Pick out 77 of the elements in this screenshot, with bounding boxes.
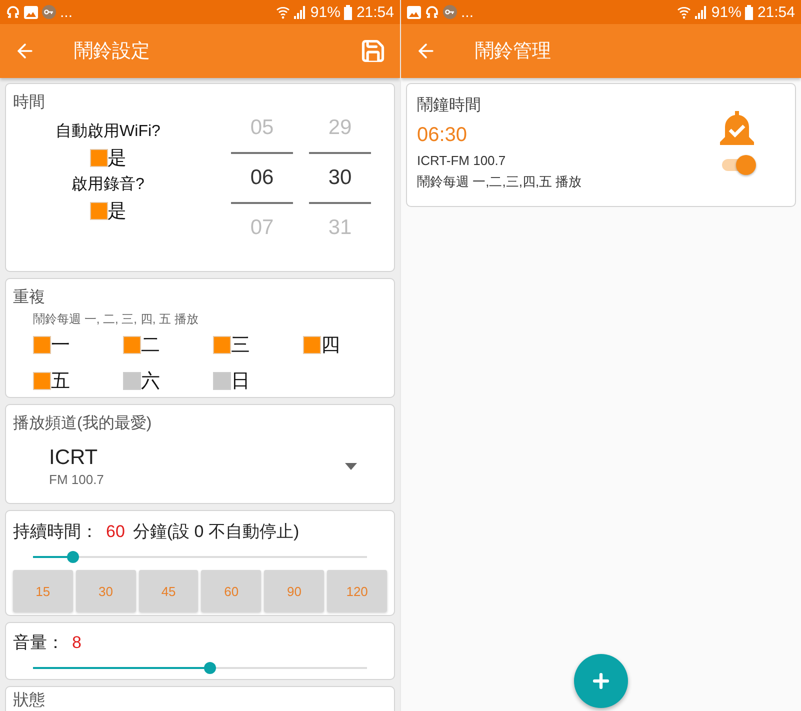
minute-picker-value[interactable]: 29 [309, 104, 371, 152]
more-notifications: ... [461, 4, 474, 20]
checkbox[interactable] [213, 336, 231, 354]
card-title: 狀態 [13, 690, 46, 711]
checkbox-label: 六 [141, 370, 160, 394]
checkbox[interactable] [123, 336, 141, 354]
checkbox-label: 是 [108, 147, 126, 171]
checkbox-label: 五 [51, 370, 70, 394]
checkbox[interactable] [123, 372, 141, 390]
volume-label: 音量： [13, 632, 64, 654]
hour-picker-value[interactable]: 05 [231, 104, 293, 152]
checkbox-label: 日 [231, 370, 250, 394]
card-title: 播放頻道(我的最愛) [13, 414, 153, 434]
checkbox[interactable] [33, 372, 51, 390]
slider[interactable] [33, 551, 367, 563]
checkbox-label: 四 [321, 334, 340, 358]
key-icon [42, 5, 56, 19]
signal-icon [294, 6, 306, 18]
checkbox-label: 二 [141, 334, 160, 358]
save-icon[interactable] [360, 38, 386, 64]
channel-frequency: FM 100.7 [49, 472, 105, 487]
alarm-channel: ICRT-FM 100.7 [417, 153, 507, 168]
screen-title: 鬧鈴管理 [475, 40, 552, 64]
alarm-repeat-summary: 鬧鈴每週 一,二,三,四,五 播放 [417, 173, 583, 191]
dropdown-caret-icon[interactable] [345, 463, 357, 470]
duration-preset-button[interactable]: 120 [327, 570, 387, 612]
wifi-icon [677, 5, 692, 19]
slider-thumb[interactable] [67, 551, 80, 563]
duration-preset-button[interactable]: 30 [76, 570, 136, 612]
add-button[interactable] [574, 654, 628, 708]
checkbox[interactable] [33, 336, 51, 354]
battery-icon [344, 4, 352, 20]
repeat-summary: 鬧鈴每週 一, 二, 三, 四, 五 播放 [33, 311, 200, 328]
image-icon [407, 6, 421, 18]
hour-picker-value[interactable]: 06 [231, 152, 293, 204]
checkbox[interactable] [90, 149, 108, 167]
card-title: 時間 [13, 92, 46, 113]
plus-icon [590, 670, 612, 692]
checkbox[interactable] [90, 202, 108, 220]
signal-icon [695, 6, 708, 18]
more-notifications: ... [60, 4, 73, 20]
channel-name[interactable]: ICRT [49, 446, 345, 470]
duration-preset-button[interactable]: 15 [13, 570, 73, 612]
checkbox[interactable] [213, 372, 231, 390]
wifi-icon [276, 5, 290, 19]
clock: 21:54 [757, 4, 795, 20]
checkbox-label: 一 [51, 334, 70, 358]
key-icon [443, 5, 457, 19]
card-title: 重複 [13, 288, 46, 308]
battery-icon [745, 4, 754, 20]
option-label: 自動啟用WiFi? [56, 122, 160, 142]
option-label: 啟用錄音? [72, 174, 144, 195]
duration-unit: 分鐘(設 0 不自動停止) [132, 521, 300, 543]
slider[interactable] [33, 662, 367, 674]
duration-preset-button[interactable]: 45 [138, 570, 198, 612]
alarm-card[interactable]: 鬧鐘時間 06:30 ICRT-FM 100.7 鬧鈴每週 一,二,三,四,五 播放 [406, 83, 796, 207]
checkbox-label: 是 [108, 200, 126, 224]
volume-value: 8 [72, 633, 82, 653]
battery-level: 91% [711, 4, 742, 20]
headset-icon [6, 5, 20, 19]
alarm-time: 06:30 [417, 124, 468, 147]
checkbox[interactable] [303, 336, 321, 354]
slider-thumb[interactable] [204, 662, 216, 674]
clock: 21:54 [356, 4, 394, 20]
duration-label: 持續時間： [13, 521, 98, 543]
battery-level: 91% [310, 4, 340, 20]
minute-picker-value[interactable]: 31 [309, 204, 371, 252]
headset-icon [425, 5, 439, 19]
minute-picker-value[interactable]: 30 [309, 152, 371, 204]
alarm-title: 鬧鐘時間 [417, 96, 482, 116]
screen-title: 鬧鈴設定 [74, 40, 151, 64]
image-icon [24, 6, 38, 18]
hour-picker-value[interactable]: 07 [231, 204, 293, 252]
duration-preset-button[interactable]: 60 [201, 570, 262, 612]
checkbox-label: 三 [231, 334, 250, 358]
duration-preset-button[interactable]: 90 [264, 570, 324, 612]
duration-value: 60 [106, 522, 125, 542]
